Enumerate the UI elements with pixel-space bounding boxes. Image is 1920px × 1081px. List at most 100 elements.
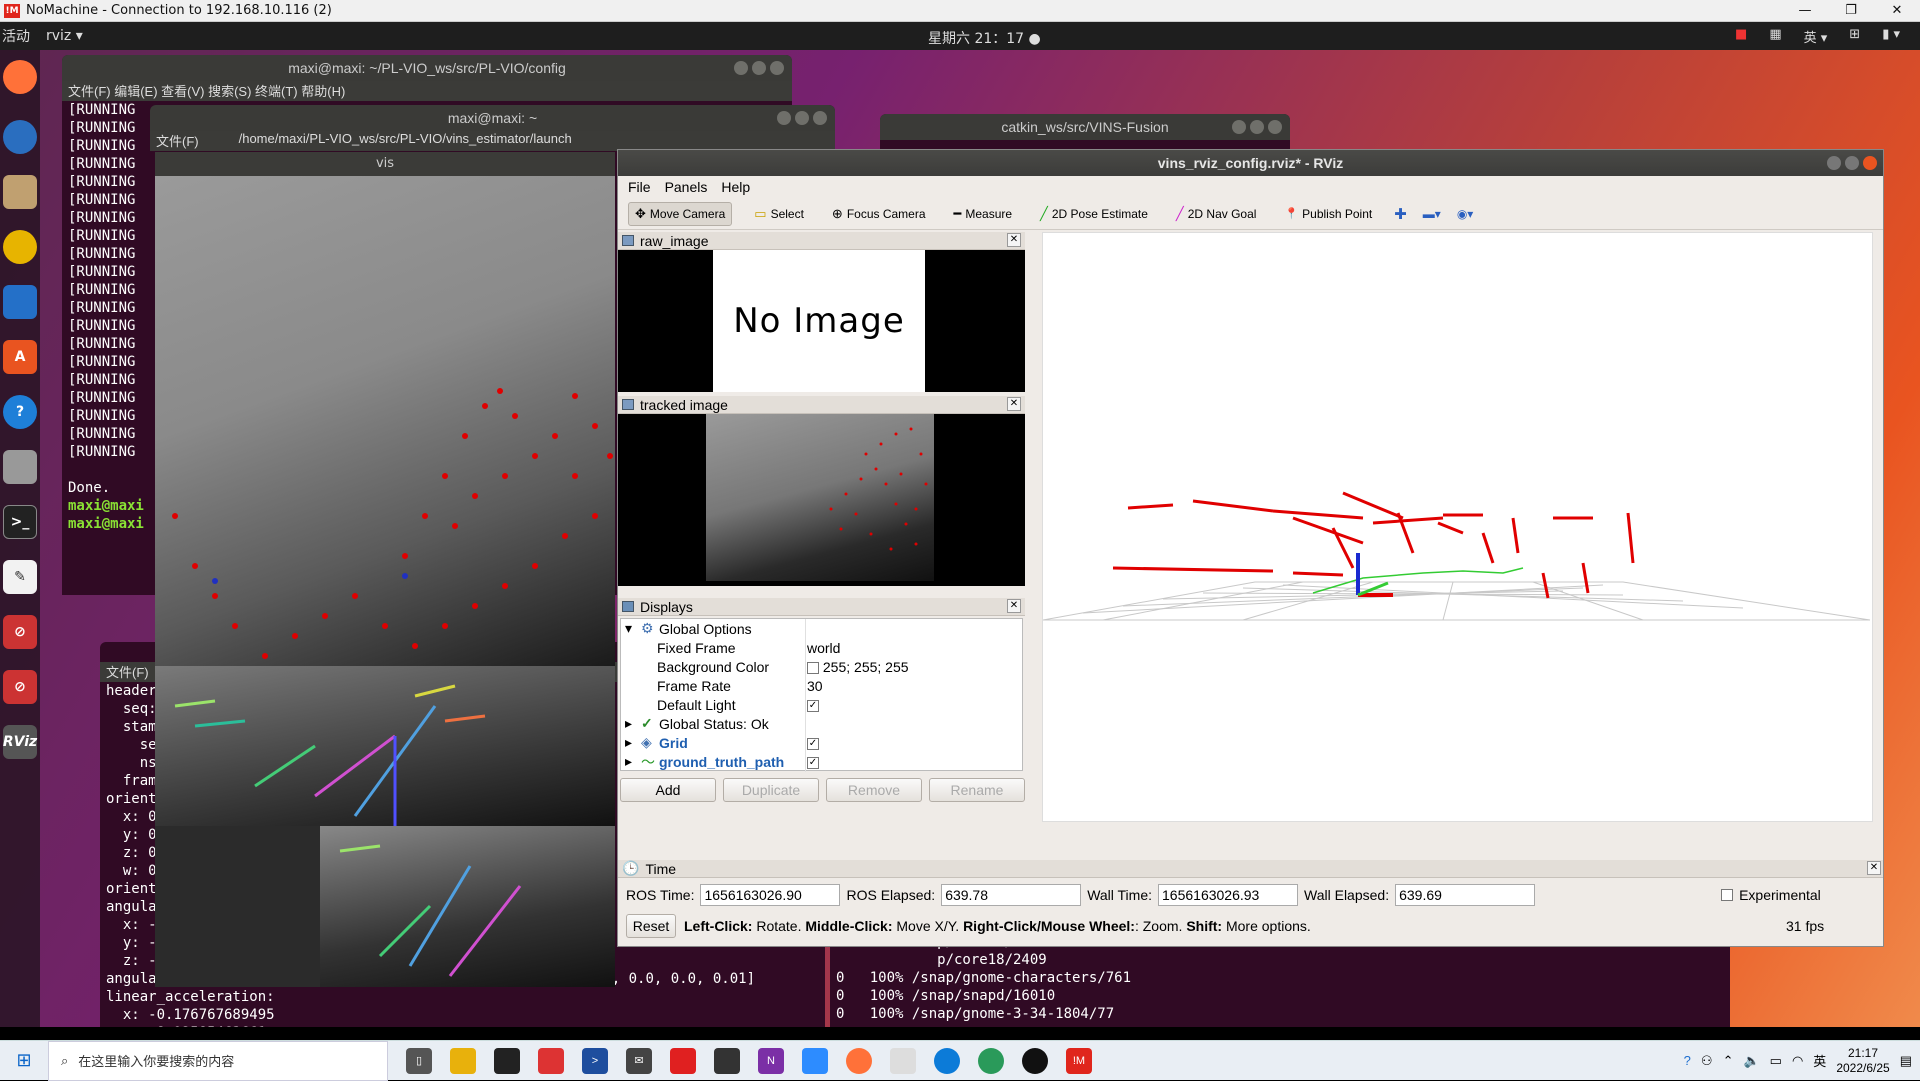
- tree-row-background-color[interactable]: Background Color 255; 255; 255: [621, 657, 1022, 676]
- wifi-icon[interactable]: ◠: [1792, 1053, 1803, 1069]
- software-icon[interactable]: A: [3, 340, 37, 374]
- people-icon[interactable]: ⚇: [1701, 1053, 1713, 1069]
- rhythmbox-icon[interactable]: [3, 230, 37, 264]
- tool-measure[interactable]: ━ Measure: [948, 203, 1019, 225]
- volume-icon[interactable]: 🔈: [1743, 1053, 1759, 1069]
- tree-row-default-light[interactable]: Default Light ✓: [621, 695, 1022, 714]
- input-method[interactable]: 英 ▾: [1804, 27, 1828, 46]
- topbar-clock[interactable]: 星期六 21：17 ●: [928, 28, 1041, 48]
- tool-move-camera[interactable]: ✥ Move Camera: [628, 201, 733, 226]
- rviz-min-button[interactable]: [1827, 156, 1841, 170]
- close-button[interactable]: ✕: [1874, 3, 1920, 18]
- task-view-icon[interactable]: ▯: [406, 1047, 432, 1074]
- terminal-icon[interactable]: >_: [3, 505, 37, 539]
- wall-time-field[interactable]: 1656163026.93: [1158, 884, 1299, 906]
- notification-icon[interactable]: ▤: [1900, 1053, 1912, 1069]
- displays-tree[interactable]: ▾ ⚙ Global Options Fixed Frame world Backgr…: [620, 618, 1023, 772]
- globe-icon[interactable]: [978, 1047, 1004, 1074]
- add-tool-icon[interactable]: ✚: [1394, 205, 1407, 223]
- app-tools-icon[interactable]: [890, 1047, 916, 1074]
- taskbar-clock[interactable]: 21:17 2022/6/25: [1836, 1046, 1889, 1076]
- terminal-vins-fusion[interactable]: catkin_ws/src/VINS-Fusion: [880, 114, 1290, 154]
- text-editor-icon[interactable]: ✎: [3, 560, 37, 594]
- screen-icon[interactable]: ▦: [1769, 27, 1781, 46]
- grid-checkbox[interactable]: ✓: [807, 737, 819, 750]
- nomachine-taskbar-icon[interactable]: !M: [1066, 1047, 1092, 1074]
- tool-publish-point[interactable]: 📍 Publish Point: [1278, 204, 1378, 224]
- vis-window[interactable]: vis: [155, 152, 615, 987]
- ros-time-field[interactable]: 1656163026.90: [700, 884, 841, 906]
- tool-2d-nav-goal[interactable]: ╱ 2D Nav Goal: [1170, 203, 1263, 225]
- network-icon[interactable]: ⊞: [1849, 27, 1860, 46]
- firefox-taskbar-icon[interactable]: [846, 1047, 872, 1074]
- terminal-config-menu[interactable]: 文件(F) 编辑(E) 查看(V) 搜索(S) 终端(T) 帮助(H): [62, 81, 792, 101]
- ime-indicator[interactable]: 英: [1813, 1051, 1826, 1070]
- tree-row-ground-truth-path[interactable]: ▸ 〜 ground_truth_path ✓: [621, 752, 1022, 771]
- duplicate-display-button[interactable]: Duplicate: [723, 778, 819, 802]
- windows-start-icon[interactable]: ⊞: [0, 1041, 48, 1081]
- default-light-checkbox[interactable]: ✓: [807, 699, 819, 712]
- close-raw-image-button[interactable]: ✕: [1007, 233, 1021, 247]
- minimize-button[interactable]: —: [1782, 3, 1828, 18]
- help-tray-icon[interactable]: ?: [1684, 1053, 1691, 1068]
- mail-icon[interactable]: ✉: [626, 1047, 652, 1074]
- close-tracked-image-button[interactable]: ✕: [1007, 397, 1021, 411]
- app-menu[interactable]: rviz ▾: [46, 28, 83, 44]
- activities-button[interactable]: 活动: [0, 26, 40, 46]
- tool-focus-camera[interactable]: ⊕ Focus Camera: [826, 203, 932, 225]
- wps-icon[interactable]: [670, 1047, 696, 1074]
- menu-help[interactable]: Help: [721, 179, 750, 195]
- rviz-3d-view[interactable]: [1042, 232, 1873, 822]
- experimental-checkbox[interactable]: [1721, 889, 1734, 901]
- files-icon[interactable]: [3, 175, 37, 209]
- tree-row-global-options[interactable]: ▾ ⚙ Global Options: [621, 619, 1022, 638]
- tree-value[interactable]: 255; 255; 255: [823, 659, 909, 675]
- firefox-icon[interactable]: [3, 60, 37, 94]
- rviz-dock-icon[interactable]: RViz: [3, 725, 37, 759]
- thunderbird-icon[interactable]: [3, 120, 37, 154]
- menu-panels[interactable]: Panels: [665, 179, 708, 195]
- tree-row-frame-rate[interactable]: Frame Rate 30: [621, 676, 1022, 695]
- rviz-window[interactable]: vins_rviz_config.rviz* - RViz File Panel…: [617, 149, 1884, 947]
- tool-2d-pose-estimate[interactable]: ╱ 2D Pose Estimate: [1034, 203, 1154, 225]
- battery-icon[interactable]: ▮ ▾: [1882, 27, 1900, 46]
- camera-type-icon[interactable]: ◉▾: [1457, 207, 1474, 221]
- writer-icon[interactable]: [3, 285, 37, 319]
- rename-display-button[interactable]: Rename: [929, 778, 1025, 802]
- wall-elapsed-field[interactable]: 639.69: [1395, 884, 1536, 906]
- tree-row-global-status[interactable]: ▸ ✓ Global Status: Ok: [621, 714, 1022, 733]
- rviz-max-button[interactable]: [1845, 156, 1859, 170]
- ground-truth-path-checkbox[interactable]: ✓: [807, 756, 819, 769]
- maximize-button[interactable]: ❐: [1828, 3, 1874, 18]
- onenote-icon[interactable]: N: [758, 1047, 784, 1074]
- rviz-close-button[interactable]: [1863, 156, 1877, 170]
- help-icon[interactable]: ?: [3, 395, 37, 429]
- camera-icon[interactable]: ■: [1735, 27, 1747, 46]
- taskbar-search[interactable]: ⌕ 在这里输入你要搜索的内容: [48, 1040, 388, 1081]
- close-displays-button[interactable]: ✕: [1007, 599, 1021, 613]
- powershell-icon[interactable]: >: [582, 1047, 608, 1074]
- tree-value[interactable]: world: [807, 640, 840, 656]
- edge-icon[interactable]: [934, 1047, 960, 1074]
- camera-app-taskbar-icon[interactable]: [714, 1047, 740, 1074]
- camera-app-icon[interactable]: [3, 450, 37, 484]
- remove-tool-icon[interactable]: ▬▾: [1423, 207, 1441, 221]
- app-red-icon[interactable]: [538, 1047, 564, 1074]
- blocked-app-icon[interactable]: ⊘: [3, 615, 37, 649]
- chevron-up-icon[interactable]: ⌃: [1723, 1053, 1734, 1069]
- remove-display-button[interactable]: Remove: [826, 778, 922, 802]
- tree-row-grid[interactable]: ▸ ◈ Grid ✓: [621, 733, 1022, 752]
- blocked-app-icon-2[interactable]: ⊘: [3, 670, 37, 704]
- tree-value[interactable]: 30: [807, 678, 823, 694]
- expand-arrow-icon[interactable]: ▾: [625, 620, 632, 637]
- expand-arrow-icon[interactable]: ▸: [625, 715, 632, 732]
- color-swatch[interactable]: [807, 661, 819, 674]
- reset-button[interactable]: Reset: [626, 914, 676, 938]
- battery-tray-icon[interactable]: ▭: [1770, 1053, 1782, 1069]
- menu-file[interactable]: File: [628, 179, 651, 195]
- terminal-home-menu[interactable]: 文件(F): [156, 131, 199, 151]
- tree-row-fixed-frame[interactable]: Fixed Frame world: [621, 638, 1022, 657]
- tool-select[interactable]: ▭ Select: [748, 203, 810, 225]
- ros-elapsed-field[interactable]: 639.78: [941, 884, 1082, 906]
- file-explorer-icon[interactable]: [450, 1047, 476, 1074]
